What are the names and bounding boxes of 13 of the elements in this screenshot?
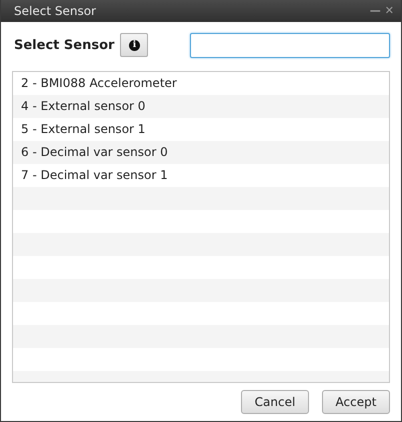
minimize-button[interactable]: — (368, 4, 382, 18)
list-item[interactable]: 7 - Decimal var sensor 1 (13, 164, 389, 187)
list-item[interactable]: 6 - Decimal var sensor 0 (13, 141, 389, 164)
heading: Select Sensor (14, 38, 114, 52)
info-button[interactable]: i (120, 33, 148, 57)
list-item[interactable]: 2 - BMI088 Accelerometer (13, 72, 389, 95)
accept-button[interactable]: Accept (322, 390, 390, 414)
search-field[interactable] (190, 32, 390, 58)
list-item[interactable]: 4 - External sensor 0 (13, 95, 389, 118)
list-item[interactable]: 5 - External sensor 1 (13, 118, 389, 141)
window-title: Select Sensor (14, 4, 96, 18)
cancel-button[interactable]: Cancel (241, 390, 309, 414)
close-button[interactable]: ✕ (384, 4, 395, 18)
